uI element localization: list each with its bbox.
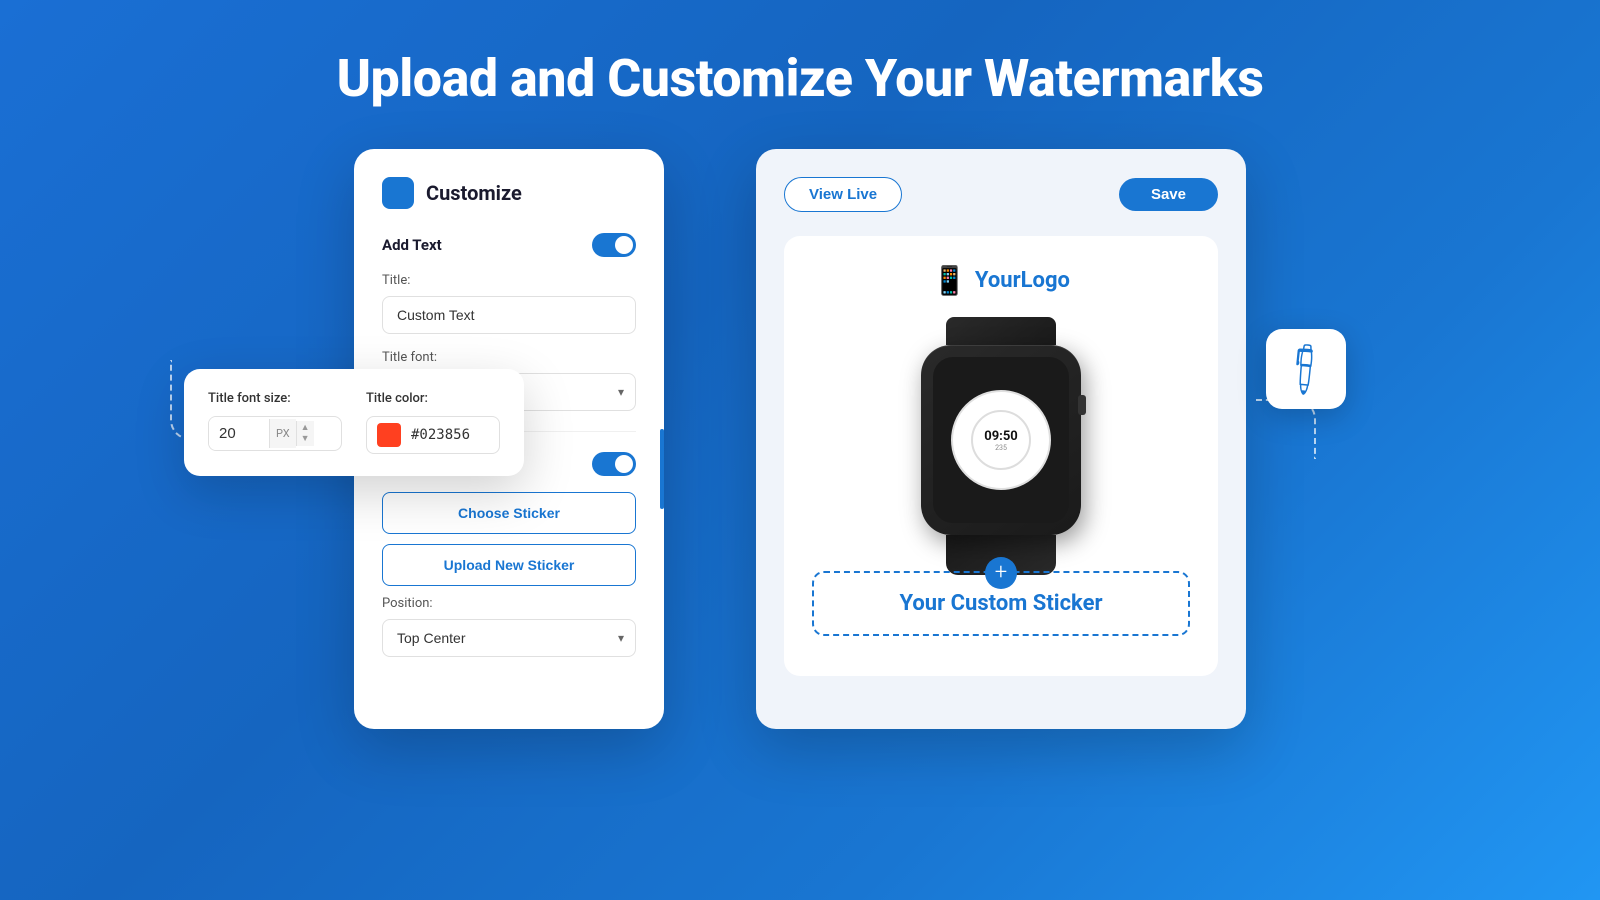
font-size-input[interactable]: [209, 417, 269, 450]
font-field-label: Title font:: [382, 350, 636, 365]
watch-time-display: 09:50: [984, 429, 1018, 444]
position-select[interactable]: Top Center Top Left Top Right Bottom Cen…: [382, 619, 636, 657]
preview-panel: View Live Save 📱 YourLogo 09:50 235: [756, 149, 1246, 729]
font-size-arrows[interactable]: ▲ ▼: [296, 421, 314, 447]
add-text-section-header: Add Text: [382, 233, 636, 257]
panel-title: Customize: [426, 181, 522, 205]
logo-text: YourLogo: [975, 268, 1070, 293]
watch-side-button: [1078, 395, 1086, 415]
watch-date-display: 235: [995, 444, 1007, 452]
color-col: Title color: #023856: [366, 391, 500, 454]
customize-panel: Customize Add Text Title: Title font: In…: [354, 149, 664, 729]
sticker-toggle[interactable]: [592, 452, 636, 476]
watch-face-inner: 09:50 235: [971, 410, 1031, 470]
page-title: Upload and Customize Your Watermarks: [337, 48, 1264, 109]
position-label: Position:: [382, 596, 636, 611]
logo-area: 📱 YourLogo: [932, 264, 1070, 297]
dropzone-plus-icon: +: [985, 557, 1017, 589]
choose-sticker-button[interactable]: Choose Sticker: [382, 492, 636, 534]
watch-body: 09:50 235: [921, 345, 1081, 535]
title-text-input[interactable]: [382, 296, 636, 334]
watch-face: 09:50 235: [951, 390, 1051, 490]
color-swatch[interactable]: [377, 423, 401, 447]
logo-icon: 📱: [932, 264, 967, 297]
panel-header: Customize: [382, 177, 636, 209]
font-size-label: Title font size:: [208, 391, 342, 406]
preview-panel-header: View Live Save: [784, 177, 1218, 212]
font-size-unit: PX: [269, 419, 296, 448]
add-text-title: Add Text: [382, 236, 442, 254]
font-size-up-icon[interactable]: ▲: [301, 423, 310, 434]
custom-sticker-label: Your Custom Sticker: [899, 591, 1102, 616]
scroll-indicator: [660, 429, 664, 509]
color-input-wrapper[interactable]: #023856: [366, 416, 500, 454]
watch-screen: 09:50 235: [933, 357, 1069, 523]
title-field-label: Title:: [382, 273, 636, 288]
upload-sticker-button[interactable]: Upload New Sticker: [382, 544, 636, 586]
font-size-col: Title font size: PX ▲ ▼: [208, 391, 342, 451]
custom-sticker-dropzone[interactable]: + Your Custom Sticker: [812, 571, 1190, 636]
eyedropper-tool[interactable]: 🖊: [1266, 329, 1346, 409]
preview-area: 📱 YourLogo 09:50 235: [784, 236, 1218, 676]
smartwatch-image: 09:50 235: [891, 317, 1111, 547]
floating-font-card: Title font size: PX ▲ ▼ Title color:: [184, 369, 524, 476]
watch-band-top: [946, 317, 1056, 345]
font-size-color-row: Title font size: PX ▲ ▼ Title color:: [208, 391, 500, 454]
font-size-down-icon[interactable]: ▼: [301, 434, 310, 445]
eyedropper-icon: 🖊: [1273, 337, 1338, 402]
customize-icon: [382, 177, 414, 209]
color-hex-value: #023856: [411, 427, 470, 443]
add-text-toggle[interactable]: [592, 233, 636, 257]
font-size-input-wrapper: PX ▲ ▼: [208, 416, 342, 451]
view-live-button[interactable]: View Live: [784, 177, 902, 212]
save-button[interactable]: Save: [1119, 178, 1218, 211]
color-label: Title color:: [366, 391, 500, 406]
main-layout: Customize Add Text Title: Title font: In…: [0, 149, 1600, 729]
position-select-wrapper: Top Center Top Left Top Right Bottom Cen…: [382, 619, 636, 657]
